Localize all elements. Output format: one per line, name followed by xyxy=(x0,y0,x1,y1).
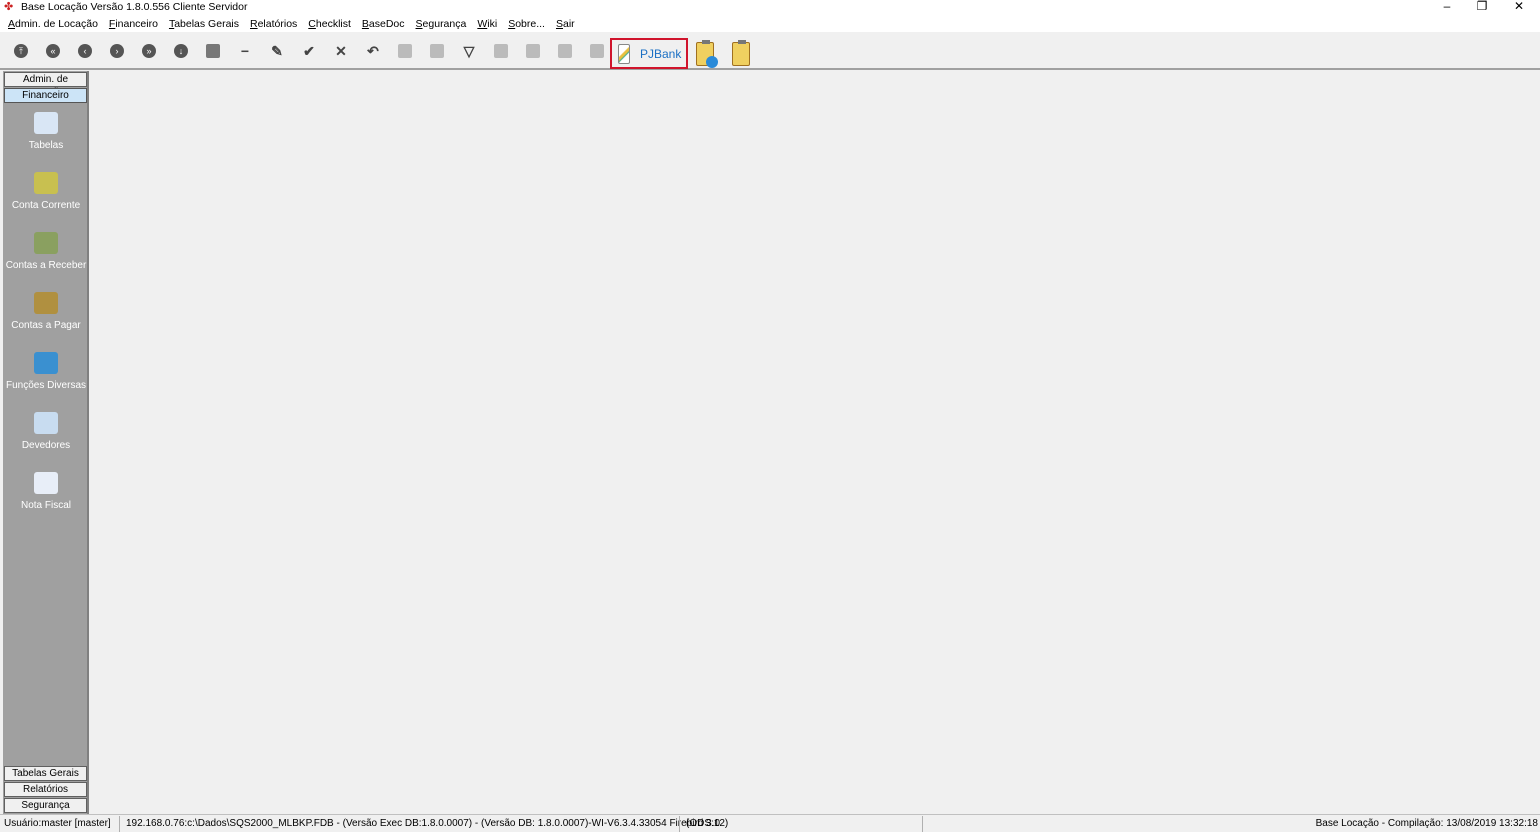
sidebar-item-nota-fiscal[interactable]: Nota Fiscal xyxy=(3,472,89,511)
sidebar-group-seguranca[interactable]: Segurança xyxy=(4,798,87,813)
status-ods: (ODS:12) xyxy=(686,818,729,829)
restore-button[interactable]: ❐ xyxy=(1467,0,1497,13)
sidebar-item-label: Devedores xyxy=(21,440,71,451)
pjbank-button[interactable]: PJBank xyxy=(610,38,688,69)
sidebar-group-financeiro[interactable]: Financeiro xyxy=(4,88,87,103)
sidebar-item-label: Contas a Pagar xyxy=(11,320,81,331)
toolbar: PJBank ⤒ « ‹ › » ↓ − ✎ ✔ ✕ ↶ ▽ xyxy=(0,33,1540,70)
download-icon[interactable]: ↓ xyxy=(174,44,188,58)
clipboard-icon[interactable] xyxy=(590,44,604,58)
undo-icon[interactable]: ↶ xyxy=(366,44,380,58)
main-workspace xyxy=(91,71,1540,814)
devedores-icon xyxy=(34,412,58,434)
conta-corrente-icon xyxy=(34,172,58,194)
sidebar-item-tabelas[interactable]: Tabelas xyxy=(3,112,89,151)
delete-record-icon[interactable]: − xyxy=(238,44,252,58)
first-record-icon[interactable]: ⤒ xyxy=(14,44,28,58)
sidebar-group-admin-de-locacao[interactable]: Admin. de Locação xyxy=(4,72,87,98)
sidebar-item-contas-a-pagar[interactable]: Contas a Pagar xyxy=(3,292,89,331)
sidebar: Admin. de LocaçãoFinanceiro Tabelas Conta … xyxy=(3,71,89,814)
search-icon[interactable] xyxy=(526,44,540,58)
menu-bar: Admin. de Locação Financeiro Tabelas Gerai… xyxy=(0,15,1540,32)
menu-financeiro[interactable]: Financeiro xyxy=(109,18,158,30)
sidebar-item-label: Conta Corrente xyxy=(11,200,81,211)
cancel-icon[interactable]: ✕ xyxy=(334,44,348,58)
menu-sobre[interactable]: Sobre... xyxy=(508,18,545,30)
sidebar-item-label: Nota Fiscal xyxy=(20,500,71,511)
clipboard-checklist-icon[interactable] xyxy=(732,40,750,66)
contas-a-pagar-icon xyxy=(34,292,58,314)
save-icon[interactable] xyxy=(398,44,412,58)
contas-a-receber-icon xyxy=(34,232,58,254)
menu-checklist[interactable]: Checklist xyxy=(308,18,351,30)
sidebar-item-contas-a-receber[interactable]: Contas a Receber xyxy=(3,232,89,271)
status-compile: Base Locação - Compilação: 13/08/2019 13… xyxy=(1315,818,1538,829)
menu-relatorios[interactable]: Relatórios xyxy=(250,18,297,30)
funcoes-diversas-icon xyxy=(34,352,58,374)
status-user: Usuário:master [master] xyxy=(4,818,111,829)
prior-record-icon[interactable]: ‹ xyxy=(78,44,92,58)
menu-sair[interactable]: Sair xyxy=(556,18,575,30)
nota-fiscal-icon xyxy=(34,472,58,494)
sidebar-item-label: Tabelas xyxy=(28,140,64,151)
window-title: Base Locação Versão 1.8.0.556 Cliente Se… xyxy=(21,1,248,13)
new-record-icon[interactable] xyxy=(206,44,220,58)
app-icon: ✤ xyxy=(4,1,14,13)
print-preview-icon[interactable] xyxy=(558,44,572,58)
sidebar-group-tabelas-gerais[interactable]: Tabelas Gerais xyxy=(4,766,87,781)
prior-page-icon[interactable]: « xyxy=(46,44,60,58)
sidebar-item-devedores[interactable]: Devedores xyxy=(3,412,89,451)
clipboard-refresh-icon[interactable] xyxy=(696,40,718,68)
menu-basedoc[interactable]: BaseDoc xyxy=(362,18,405,30)
title-bar: ✤ Base Locação Versão 1.8.0.556 Cliente … xyxy=(0,0,1540,15)
confirm-icon[interactable]: ✔ xyxy=(302,44,316,58)
grid-icon[interactable] xyxy=(494,44,508,58)
menu-tabelas-gerais[interactable]: Tabelas Gerais xyxy=(169,18,239,30)
close-button[interactable]: ✕ xyxy=(1504,0,1534,13)
status-bar: Usuário:master [master] 192.168.0.76:c:\… xyxy=(0,814,1540,832)
filter-icon[interactable]: ▽ xyxy=(462,44,476,58)
menu-admin-de-locacao[interactable]: Admin. de Locação xyxy=(8,18,98,30)
copy-icon[interactable] xyxy=(430,44,444,58)
minimize-button[interactable]: – xyxy=(1432,0,1462,13)
sidebar-item-label: Funções Diversas xyxy=(5,380,87,391)
menu-wiki[interactable]: Wiki xyxy=(477,18,497,30)
sidebar-item-funcoes-diversas[interactable]: Funções Diversas xyxy=(3,352,89,391)
menu-seguranca[interactable]: Segurança xyxy=(416,18,467,30)
next-record-icon[interactable]: › xyxy=(110,44,124,58)
status-database: 192.168.0.76:c:\Dados\SQS2000_MLBKP.FDB … xyxy=(126,818,721,829)
pjbank-label: PJBank xyxy=(640,46,682,61)
sidebar-group-relatorios[interactable]: Relatórios xyxy=(4,782,87,797)
edit-record-icon[interactable]: ✎ xyxy=(270,44,284,58)
last-record-icon[interactable]: » xyxy=(142,44,156,58)
tabelas-icon xyxy=(34,112,58,134)
sidebar-item-label: Contas a Receber xyxy=(5,260,87,271)
sidebar-item-conta-corrente[interactable]: Conta Corrente xyxy=(3,172,89,211)
pjbank-icon xyxy=(618,43,630,64)
